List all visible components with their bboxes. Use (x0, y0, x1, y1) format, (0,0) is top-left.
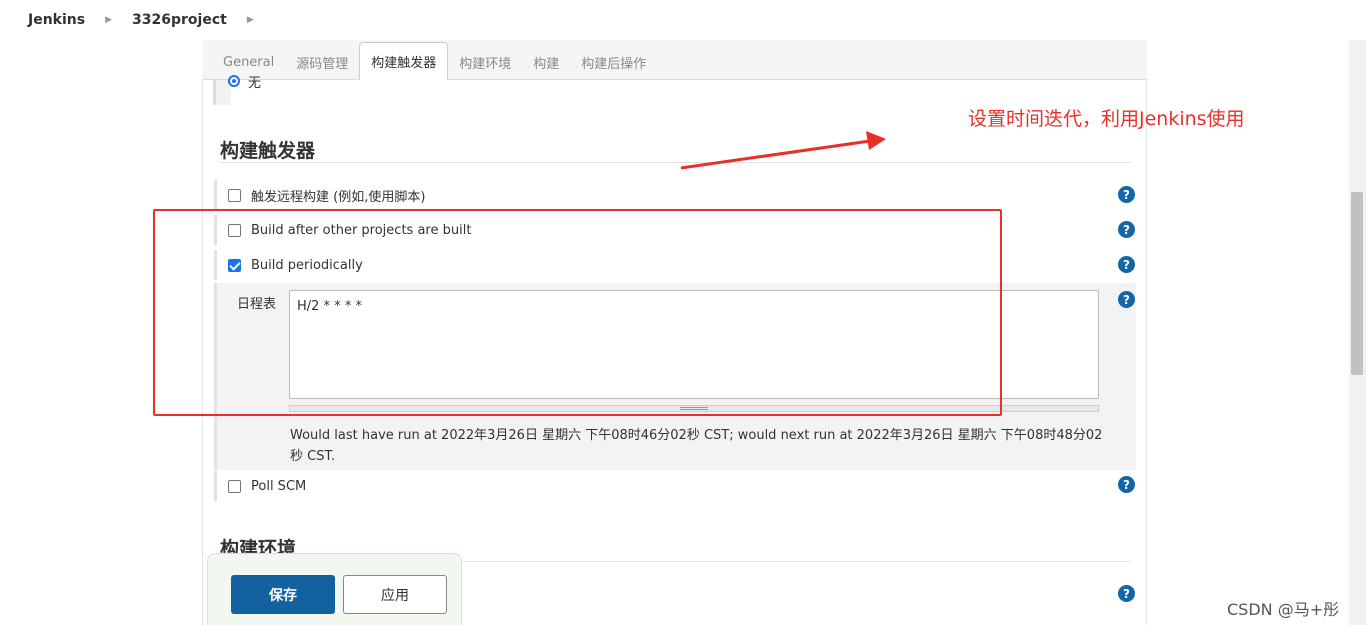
tab-build[interactable]: 构建 (522, 45, 570, 79)
breadcrumb-project[interactable]: 3326project (132, 12, 227, 28)
trigger-poll-scm-row: Poll SCM (214, 471, 1136, 501)
apply-button[interactable]: 应用 (343, 575, 447, 614)
trigger-poll-scm-label: Poll SCM (251, 478, 307, 494)
section-title-triggers: 构建触发器 (220, 140, 316, 162)
trigger-remote-label: 触发远程构建 (例如,使用脚本) (251, 189, 426, 205)
help-icon[interactable]: ? (1118, 256, 1135, 273)
help-icon[interactable]: ? (1118, 585, 1135, 602)
tab-source-management[interactable]: 源码管理 (285, 45, 359, 79)
help-icon[interactable]: ? (1118, 221, 1135, 238)
section-divider (220, 162, 1131, 163)
annotation-text: 设置时间迭代，利用Jenkins使用 (968, 108, 1245, 130)
trigger-remote-row: 触发远程构建 (例如,使用脚本) (214, 180, 1136, 210)
help-icon[interactable]: ? (1118, 476, 1135, 493)
help-icon[interactable]: ? (1118, 186, 1135, 203)
tab-build-triggers[interactable]: 构建触发器 (359, 42, 449, 80)
radio-none-label: 无 (248, 76, 262, 91)
chevron-right-icon[interactable]: ▶ (247, 15, 254, 25)
trigger-poll-scm-checkbox[interactable] (228, 479, 241, 493)
breadcrumb-jenkins[interactable]: Jenkins (28, 12, 85, 28)
scrollbar-thumb[interactable] (1351, 192, 1363, 375)
trigger-remote-checkbox[interactable] (228, 188, 241, 202)
watermark: CSDN @马+彤 (1227, 600, 1340, 619)
schedule-hint: Would last have run at 2022年3月26日 星期六 下午… (290, 428, 1103, 464)
tab-build-environment[interactable]: 构建环境 (448, 45, 522, 79)
annotation-highlight-box (153, 209, 1002, 416)
tab-post-build[interactable]: 构建后操作 (570, 45, 657, 79)
config-tabs: General 源码管理 构建触发器 构建环境 构建 构建后操作 (202, 40, 1147, 80)
breadcrumb: Jenkins ▶ 3326project ▶ (0, 0, 1366, 40)
save-button[interactable]: 保存 (231, 575, 335, 614)
help-icon[interactable]: ? (1118, 291, 1135, 308)
chevron-right-icon[interactable]: ▶ (105, 15, 112, 25)
radio-none[interactable] (228, 75, 240, 87)
